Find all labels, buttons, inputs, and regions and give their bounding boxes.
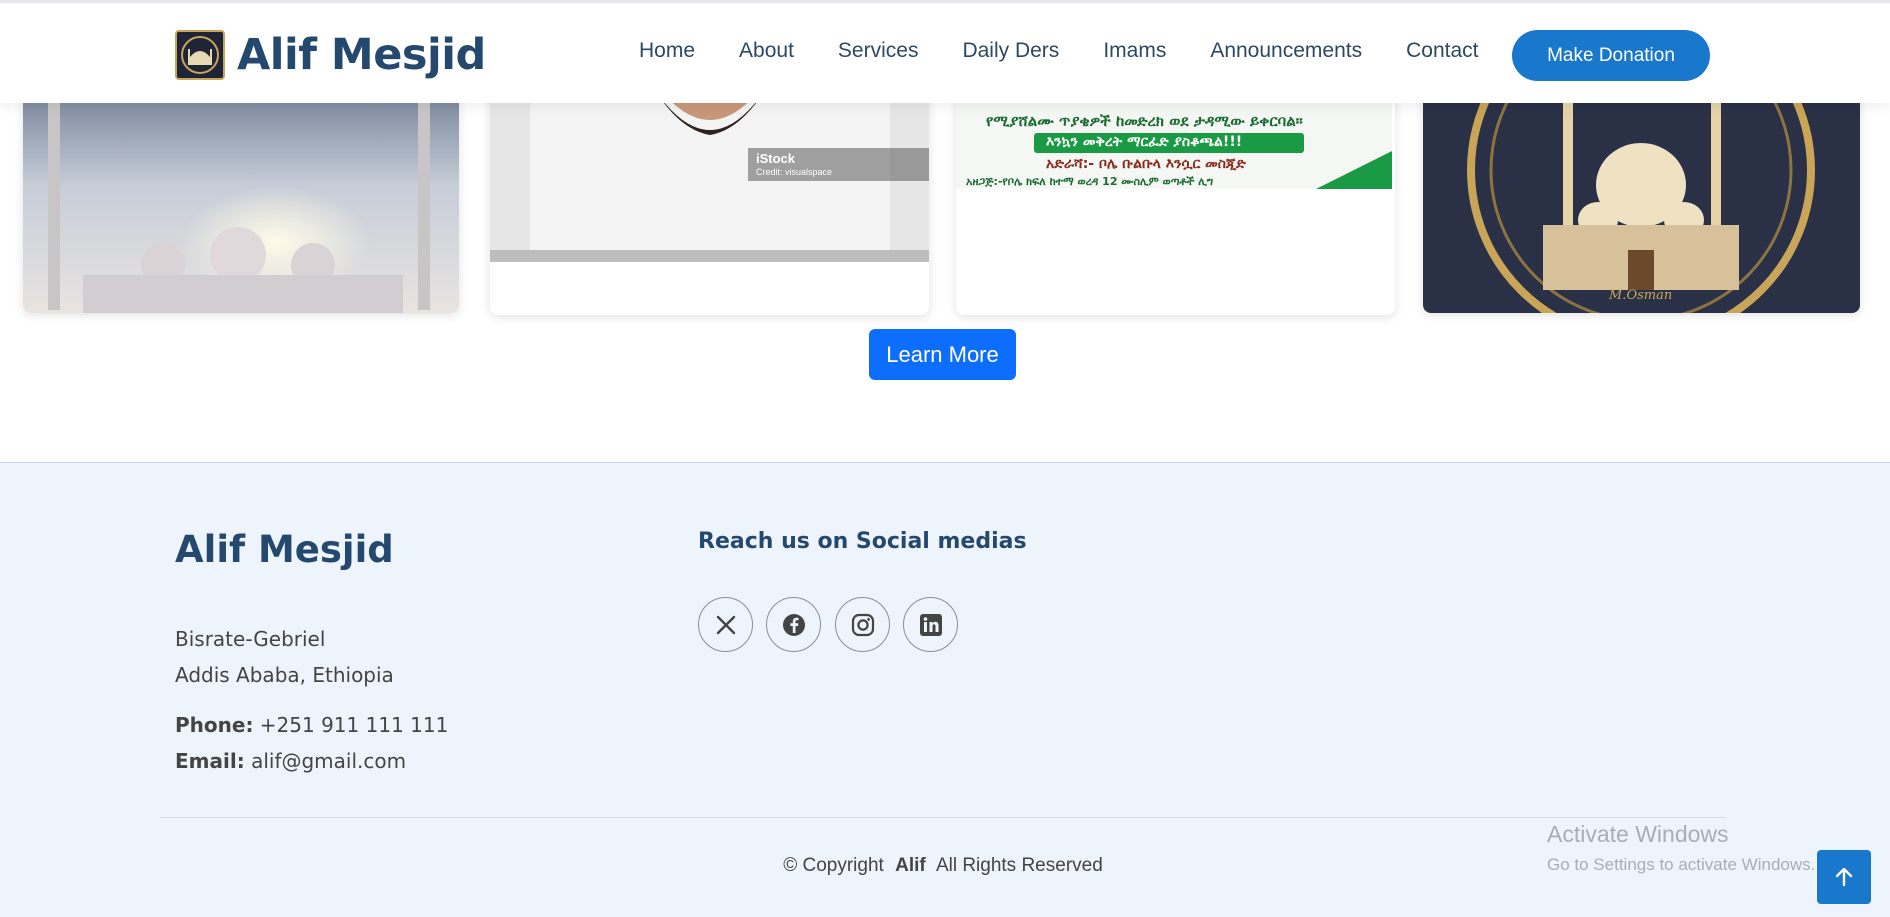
footer-divider bbox=[160, 817, 1726, 818]
facebook-icon bbox=[782, 613, 805, 636]
linkedin-icon bbox=[919, 613, 942, 636]
copyright-prefix: © Copyright bbox=[783, 855, 884, 876]
x-twitter-link[interactable] bbox=[698, 597, 753, 652]
site-header: Alif Mesjid Home About Services Daily De… bbox=[0, 0, 1890, 103]
back-to-top-button[interactable] bbox=[1817, 850, 1871, 904]
activate-windows-subtitle: Go to Settings to activate Windows. bbox=[1547, 855, 1816, 874]
nav-home[interactable]: Home bbox=[639, 39, 695, 63]
artist-signature: M.Osman bbox=[1609, 288, 1673, 303]
flyer-line-1: የሚያሸልሙ ጥያቄዎች ከመድረክ ወደ ታዳሚው ይቀርባል። bbox=[986, 112, 1303, 130]
nav-announcements[interactable]: Announcements bbox=[1210, 39, 1362, 63]
make-donation-button[interactable]: Make Donation bbox=[1512, 30, 1710, 81]
flyer-line-2: እንኳን መቅረት ማርፈድ ያስቆጫል!!! bbox=[1046, 134, 1243, 150]
phone-line: Phone: +251 911 111 111 bbox=[175, 713, 448, 737]
facebook-link[interactable] bbox=[766, 597, 821, 652]
copyright-brand: Alif bbox=[895, 855, 926, 876]
site-title: Alif Mesjid bbox=[237, 30, 486, 80]
nav-contact[interactable]: Contact bbox=[1406, 39, 1478, 63]
arrow-up-icon bbox=[1835, 867, 1853, 887]
phone-value: +251 911 111 111 bbox=[259, 713, 449, 737]
address-line-1: Bisrate-Gebriel bbox=[175, 627, 326, 651]
copyright-suffix: All Rights Reserved bbox=[935, 855, 1103, 876]
istock-watermark: iStock bbox=[756, 151, 796, 166]
instagram-icon bbox=[851, 613, 874, 636]
social-title: Reach us on Social medias bbox=[698, 529, 1027, 554]
flyer-line-3: አድራሻ:- ቦሌ ቡልቡላ እንሷር መስጂድ bbox=[1046, 156, 1246, 172]
instagram-link[interactable] bbox=[835, 597, 890, 652]
main-nav: Home About Services Daily Ders Imams Ann… bbox=[639, 39, 1522, 63]
x-icon bbox=[716, 615, 735, 634]
email-label: Email: bbox=[175, 749, 245, 773]
activate-windows-title: Activate Windows bbox=[1547, 821, 1729, 847]
nav-imams[interactable]: Imams bbox=[1103, 39, 1166, 63]
nav-daily-ders[interactable]: Daily Ders bbox=[962, 39, 1059, 63]
footer-title: Alif Mesjid bbox=[175, 528, 394, 571]
phone-label: Phone: bbox=[175, 713, 254, 737]
address-line-2: Addis Ababa, Ethiopia bbox=[175, 663, 394, 687]
learn-more-button[interactable]: Learn More bbox=[869, 329, 1016, 380]
nav-services[interactable]: Services bbox=[838, 39, 919, 63]
linkedin-link[interactable] bbox=[903, 597, 958, 652]
flyer-line-4: አዘጋጅ:-የቦሌ ክፍለ ከተማ ወረዳ 12 ሙስሊም ወጣቶች ሊግ bbox=[966, 175, 1214, 188]
email-line: Email: alif@gmail.com bbox=[175, 749, 406, 773]
logo[interactable]: Alif Mesjid bbox=[175, 30, 486, 80]
nav-about[interactable]: About bbox=[739, 39, 794, 63]
mosque-logo-icon bbox=[175, 30, 225, 80]
flyer-accent bbox=[1316, 151, 1392, 189]
email-value[interactable]: alif@gmail.com bbox=[251, 749, 406, 773]
photo-credit: Credit: visualspace bbox=[756, 167, 833, 177]
site-footer: Alif Mesjid Bisrate-Gebriel Addis Ababa,… bbox=[0, 462, 1890, 917]
